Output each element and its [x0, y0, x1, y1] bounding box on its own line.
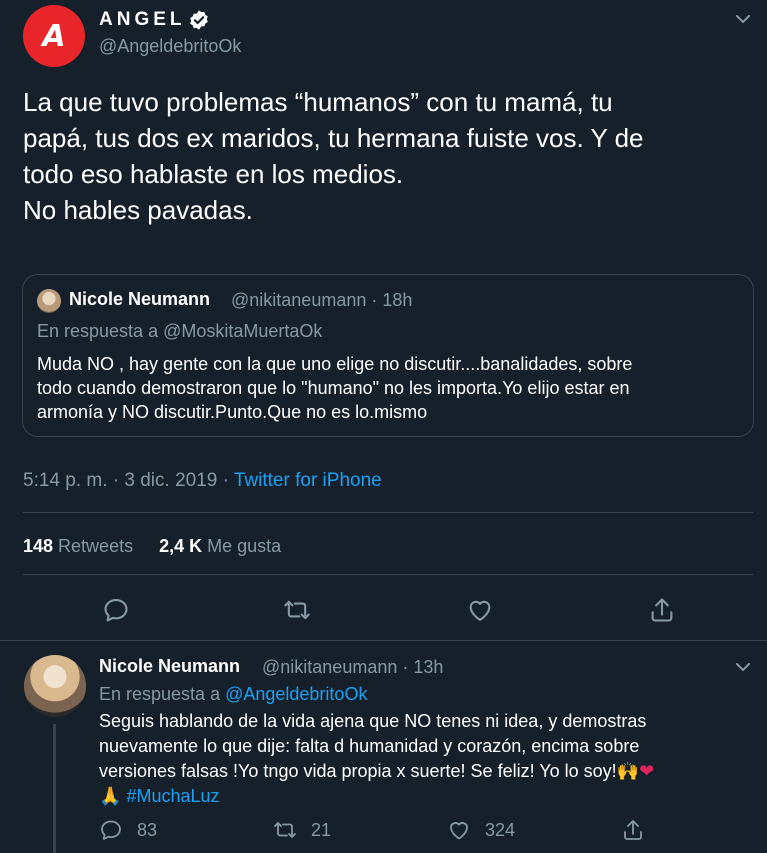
heart-emoji: ❤: [639, 761, 655, 781]
reply-author-avatar[interactable]: [24, 655, 86, 717]
quoted-author-meta: @nikitaneumann · 18h: [231, 290, 413, 310]
reply-author-name[interactable]: Nicole Neumann: [99, 656, 240, 677]
reply-action-bar: 83 21 324: [99, 818, 659, 846]
retweet-icon[interactable]: [283, 596, 311, 624]
share-icon: [624, 820, 642, 840]
quoted-author-name: Nicole Neumann: [69, 289, 211, 309]
quoted-tweet-text: Muda NO , hay gente con la que uno elige…: [37, 354, 633, 422]
author-display-name[interactable]: ANGEL: [99, 9, 210, 31]
retweets-count: 148: [23, 536, 54, 556]
likes-stat[interactable]: 2,4 K Me gusta: [159, 536, 281, 557]
praying-hands-emoji: 🙏: [99, 786, 122, 806]
avatar-letter: A: [42, 18, 66, 54]
reply-text-line: versiones falsas !Yo tngo vida propia x …: [99, 759, 739, 784]
reply-text-line: Seguis hablando de la vida ajena que NO …: [99, 711, 647, 731]
retweets-stat[interactable]: 148 Retweets: [23, 536, 133, 557]
reply-context-prefix: En respuesta a: [99, 684, 226, 704]
timestamp-text[interactable]: 5:14 p. m. · 3 dic. 2019 ·: [23, 470, 234, 491]
reply-text-line: nuevamente lo que dije: falta d humanida…: [99, 736, 640, 756]
reply-text-line: 🙏 #MuchaLuz: [99, 784, 739, 809]
hashtag-link[interactable]: #MuchaLuz: [126, 786, 219, 806]
reply-context: En respuesta a @AngeldebritoOk: [99, 684, 367, 705]
reply-icon[interactable]: [102, 596, 130, 624]
reply-count: 83: [137, 819, 158, 840]
author-handle[interactable]: @AngeldebritoOk: [99, 36, 241, 57]
author-avatar[interactable]: A: [23, 5, 85, 67]
like-count: 324: [485, 819, 516, 840]
likes-label: Me gusta: [207, 536, 282, 556]
reply-text-line-3: versiones falsas !Yo tngo vida propia x …: [99, 761, 617, 781]
reply-mention-link[interactable]: @AngeldebritoOk: [225, 684, 367, 704]
likes-count: 2,4 K: [159, 536, 203, 556]
tweet-stats: 148 Retweets 2,4 K Me gusta: [23, 536, 281, 557]
quoted-reply-context: En respuesta a @MoskitaMuertaOk: [37, 321, 323, 341]
author-name-text: ANGEL: [99, 9, 186, 30]
share-icon[interactable]: [648, 596, 676, 624]
retweets-label: Retweets: [58, 536, 134, 556]
quoted-author-avatar: [37, 289, 61, 313]
quoted-tweet-card[interactable]: Nicole Neumann @nikitaneumann · 18h En r…: [22, 274, 754, 437]
divider: [23, 512, 753, 513]
divider: [23, 574, 753, 575]
reply-icon: [101, 820, 121, 840]
tweet-page: A ANGEL @AngeldebritoOk La que tuvo prob…: [0, 0, 767, 853]
retweet-count: 21: [311, 819, 332, 840]
retweet-icon: [274, 822, 296, 838]
divider: [0, 640, 767, 641]
tweet-source-link[interactable]: Twitter for iPhone: [234, 470, 382, 491]
tweet-timestamp: 5:14 p. m. · 3 dic. 2019 · Twitter for i…: [23, 470, 382, 492]
reply-share-button[interactable]: [621, 818, 645, 842]
reply-author-meta[interactable]: @nikitaneumann · 13h: [262, 657, 443, 678]
like-icon[interactable]: [466, 596, 494, 624]
chevron-down-icon[interactable]: [733, 11, 753, 27]
thread-line: [53, 724, 56, 853]
chevron-down-icon[interactable]: [733, 659, 753, 675]
reply-like-button[interactable]: 324: [447, 818, 515, 842]
reply-reply-button[interactable]: 83: [99, 818, 157, 842]
tweet-text: La que tuvo problemas “humanos” con tu m…: [23, 87, 644, 225]
like-icon: [450, 822, 468, 840]
reply-retweet-button[interactable]: 21: [273, 818, 331, 842]
reply-tweet-text: Seguis hablando de la vida ajena que NO …: [99, 709, 739, 809]
raised-hands-emoji: 🙌: [616, 761, 640, 781]
verified-badge-icon: [189, 10, 208, 30]
